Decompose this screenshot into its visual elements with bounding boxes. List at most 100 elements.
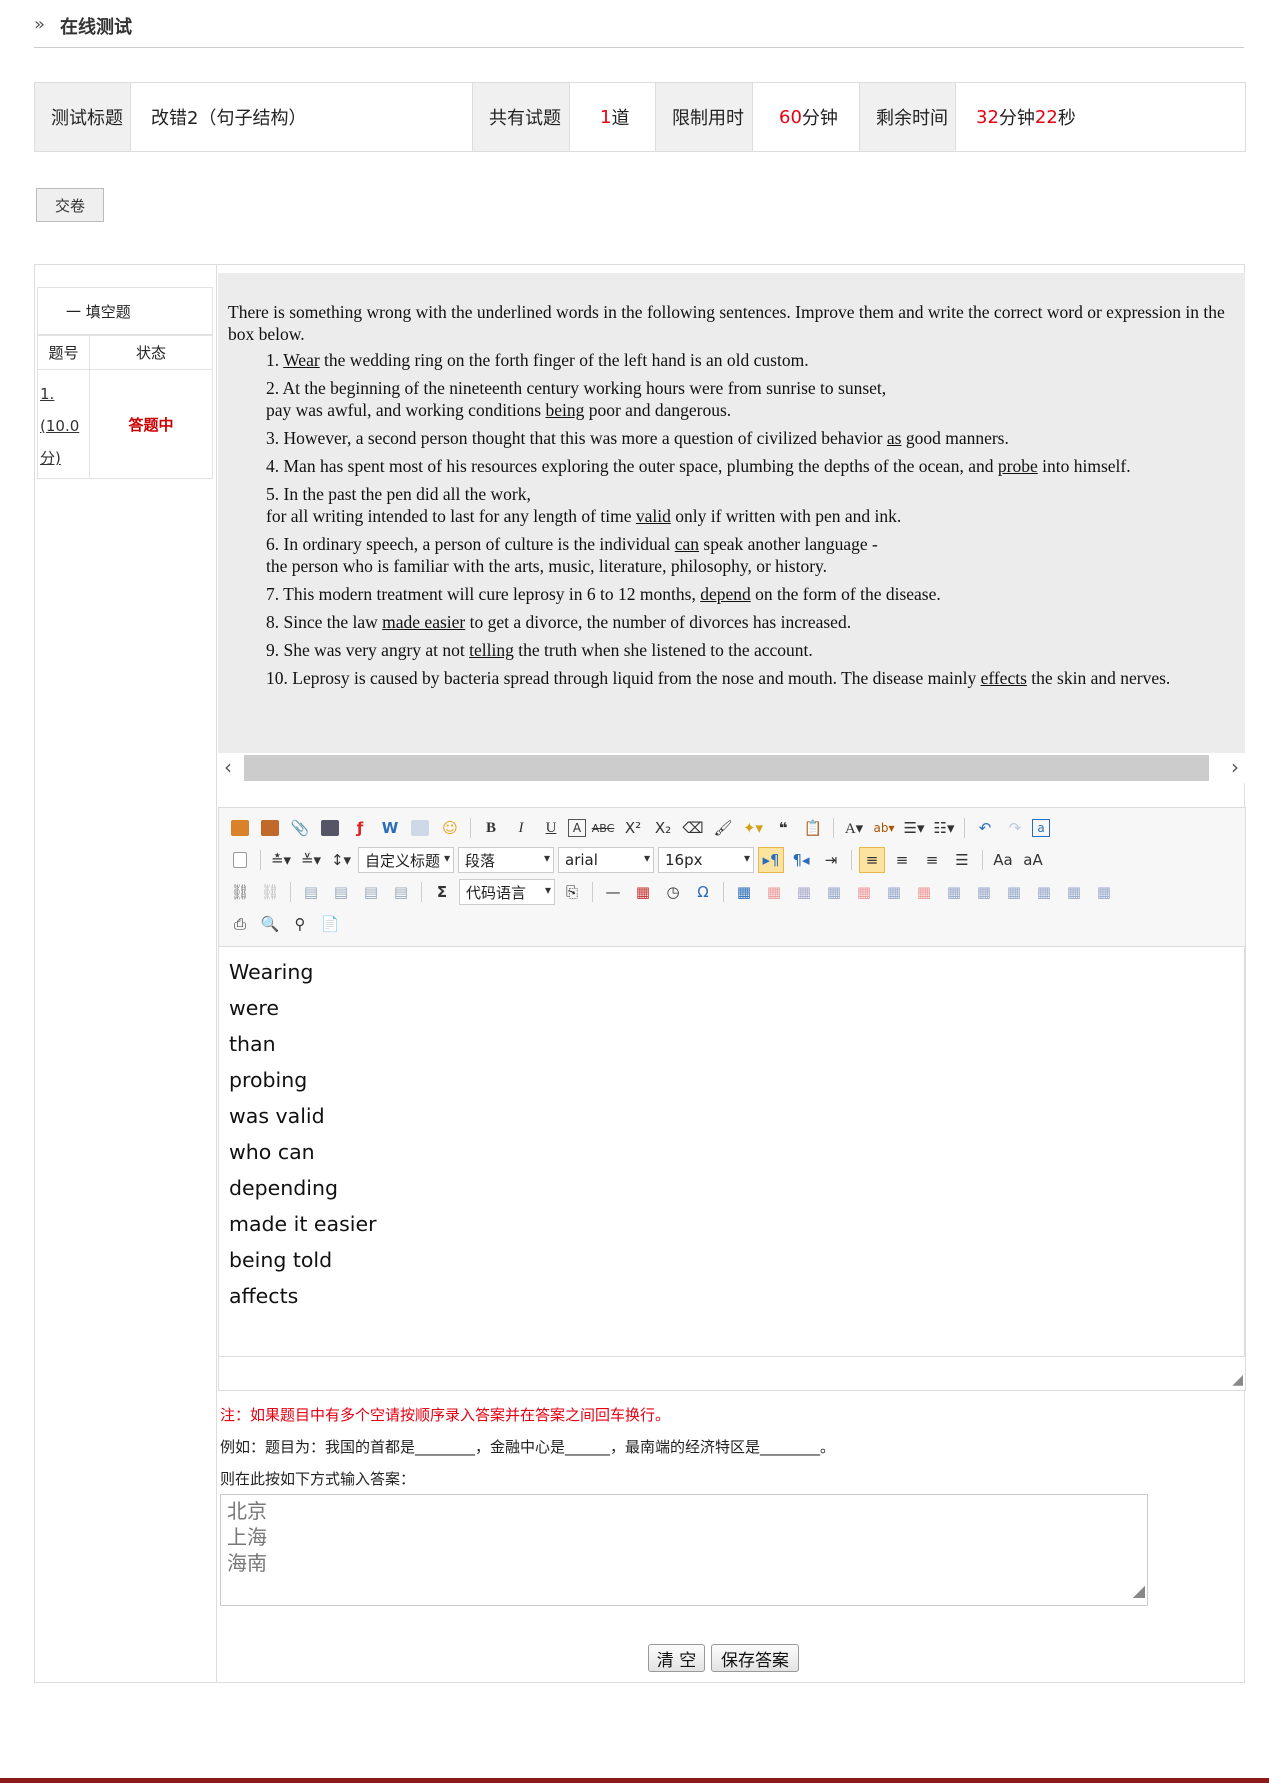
background-color-icon[interactable]: ab▾ bbox=[871, 815, 897, 841]
remaining-minutes-unit: 分钟 bbox=[998, 108, 1035, 129]
rtl-direction-icon[interactable]: ¶◂ bbox=[788, 847, 814, 873]
video-icon[interactable] bbox=[317, 815, 343, 841]
uppercase-icon[interactable]: Aa bbox=[990, 847, 1016, 873]
split-columns-icon[interactable]: ▦ bbox=[1091, 879, 1117, 905]
question-link-1[interactable]: 1.(10.0分) bbox=[37, 369, 90, 479]
eraser-icon[interactable]: ⌫ bbox=[680, 815, 706, 841]
horizontal-rule-icon[interactable]: — bbox=[600, 879, 626, 905]
select-all-icon[interactable]: a bbox=[1032, 819, 1050, 837]
font-size-select[interactable]: 16px bbox=[658, 847, 754, 873]
insert-column-icon[interactable]: ▦ bbox=[881, 879, 907, 905]
image-left-icon[interactable]: ▤ bbox=[328, 879, 354, 905]
align-justify-icon[interactable]: ☰ bbox=[949, 847, 975, 873]
scroll-left-icon[interactable]: ‹ bbox=[224, 755, 232, 779]
question-content: There is something wrong with the underl… bbox=[218, 273, 1245, 783]
code-language-select[interactable]: 代码语言 bbox=[459, 879, 555, 905]
answer-editor[interactable]: 📎 ƒ W ☺ B I U A ABC X² X₂ ⌫ 🖌 ✦▾ ❝ 📋 A▾ … bbox=[218, 807, 1246, 1391]
scroll-right-icon[interactable]: › bbox=[1231, 755, 1239, 779]
remaining-seconds: 22 bbox=[1034, 106, 1058, 128]
time-limit-label: 限制用时 bbox=[656, 83, 753, 151]
undo-icon[interactable]: ↶ bbox=[972, 815, 998, 841]
delete-column-icon[interactable]: ▦ bbox=[911, 879, 937, 905]
merge-right-icon[interactable]: ▦ bbox=[971, 879, 997, 905]
subscript-icon[interactable]: X₂ bbox=[650, 815, 676, 841]
font-family-select[interactable]: arial bbox=[558, 847, 654, 873]
paragraph-select[interactable]: 段落 bbox=[458, 847, 554, 873]
insert-paragraph-before-table-icon[interactable]: ▦ bbox=[791, 879, 817, 905]
editor-content[interactable]: Wearing were than probing was valid who … bbox=[229, 954, 377, 1314]
example-line: 北京 bbox=[227, 1501, 267, 1523]
clear-button[interactable]: 清 空 bbox=[648, 1644, 705, 1672]
underline-icon[interactable]: U bbox=[538, 815, 564, 841]
split-cells-icon[interactable]: ▦ bbox=[1031, 879, 1057, 905]
delete-table-icon[interactable]: ▦ bbox=[761, 879, 787, 905]
scrollbar-thumb[interactable] bbox=[244, 755, 1209, 781]
image-right-icon[interactable]: ▤ bbox=[358, 879, 384, 905]
unlink-icon[interactable]: ⛓ bbox=[257, 879, 283, 905]
delete-row-icon[interactable]: ▦ bbox=[851, 879, 877, 905]
ltr-direction-icon[interactable]: ▸¶ bbox=[758, 847, 784, 873]
redo-icon[interactable]: ↷ bbox=[1002, 815, 1028, 841]
attachment-icon[interactable]: 📎 bbox=[287, 815, 313, 841]
ordered-list-icon[interactable]: ☰▾ bbox=[901, 815, 927, 841]
time-limit-unit: 分钟 bbox=[801, 108, 838, 129]
search-replace-icon[interactable]: ⚲ bbox=[287, 911, 313, 937]
link-icon[interactable]: ⛓ bbox=[227, 879, 253, 905]
answer-line: were bbox=[229, 996, 279, 1020]
align-right-icon[interactable]: ≡ bbox=[919, 847, 945, 873]
answer-line: who can bbox=[229, 1140, 315, 1164]
time-icon[interactable]: ◷ bbox=[660, 879, 686, 905]
page-break-icon[interactable]: ⎘ bbox=[559, 879, 585, 905]
page-title: 在线测试 bbox=[60, 17, 132, 38]
indent-icon[interactable]: ⇥ bbox=[818, 847, 844, 873]
emoticon-icon[interactable]: ☺ bbox=[437, 815, 463, 841]
example-line: 上海 bbox=[227, 1527, 267, 1549]
formula-icon[interactable]: Σ bbox=[429, 879, 455, 905]
row-spacing-bottom-icon[interactable]: ≚▾ bbox=[298, 847, 324, 873]
example-line: 海南 bbox=[227, 1553, 267, 1575]
image-none-icon[interactable]: ▤ bbox=[298, 879, 324, 905]
word-icon[interactable]: W bbox=[377, 815, 403, 841]
blockquote-icon[interactable]: ❝ bbox=[770, 815, 796, 841]
insert-image-icon[interactable] bbox=[227, 815, 253, 841]
strikethrough-icon[interactable]: ABC bbox=[590, 815, 616, 841]
align-left-icon[interactable]: ≡ bbox=[859, 847, 885, 873]
heading-select[interactable]: 自定义标题 bbox=[358, 847, 454, 873]
submit-exam-button[interactable]: 交卷 bbox=[36, 188, 104, 222]
flash-icon[interactable]: ƒ bbox=[347, 815, 373, 841]
save-answer-button[interactable]: 保存答案 bbox=[711, 1644, 799, 1672]
font-color-icon[interactable]: A▾ bbox=[841, 815, 867, 841]
multi-image-icon[interactable] bbox=[257, 815, 283, 841]
list-item: 10. Leprosy is caused by bacteria spread… bbox=[266, 668, 1171, 688]
insert-row-icon[interactable]: ▦ bbox=[821, 879, 847, 905]
resize-handle-icon[interactable]: ◢ bbox=[1232, 1372, 1243, 1388]
superscript-icon[interactable]: X² bbox=[620, 815, 646, 841]
row-spacing-top-icon[interactable]: ≛▾ bbox=[268, 847, 294, 873]
split-rows-icon[interactable]: ▦ bbox=[1061, 879, 1087, 905]
line-height-icon[interactable]: ↕▾ bbox=[328, 847, 354, 873]
drafts-icon[interactable]: 📄 bbox=[317, 911, 343, 937]
answer-line: Wearing bbox=[229, 960, 314, 984]
template-icon[interactable] bbox=[407, 815, 433, 841]
special-chars-icon[interactable]: Ω bbox=[690, 879, 716, 905]
format-brush-icon[interactable]: 🖌 bbox=[710, 815, 736, 841]
italic-icon[interactable]: I bbox=[508, 815, 534, 841]
align-center-icon[interactable]: ≡ bbox=[889, 847, 915, 873]
image-center-icon[interactable]: ▤ bbox=[388, 879, 414, 905]
preview-icon[interactable]: 🔍 bbox=[257, 911, 283, 937]
auto-format-icon[interactable]: ✦▾ bbox=[740, 815, 766, 841]
column-header-number: 题号 bbox=[37, 335, 90, 370]
paste-plain-icon[interactable]: 📋 bbox=[800, 815, 826, 841]
print-icon[interactable]: ⎙ bbox=[227, 911, 253, 937]
merge-cells-icon[interactable]: ▦ bbox=[941, 879, 967, 905]
bold-icon[interactable]: B bbox=[478, 815, 504, 841]
insert-table-icon[interactable]: ▦ bbox=[731, 879, 757, 905]
date-icon[interactable]: ▦ bbox=[630, 879, 656, 905]
horizontal-scrollbar[interactable]: ‹ › bbox=[218, 753, 1245, 783]
font-border-icon[interactable]: A bbox=[568, 819, 586, 837]
question-count-number: 1 bbox=[600, 106, 612, 128]
lowercase-icon[interactable]: aA bbox=[1020, 847, 1046, 873]
new-document-icon[interactable] bbox=[227, 847, 253, 873]
unordered-list-icon[interactable]: ☷▾ bbox=[931, 815, 957, 841]
merge-down-icon[interactable]: ▦ bbox=[1001, 879, 1027, 905]
